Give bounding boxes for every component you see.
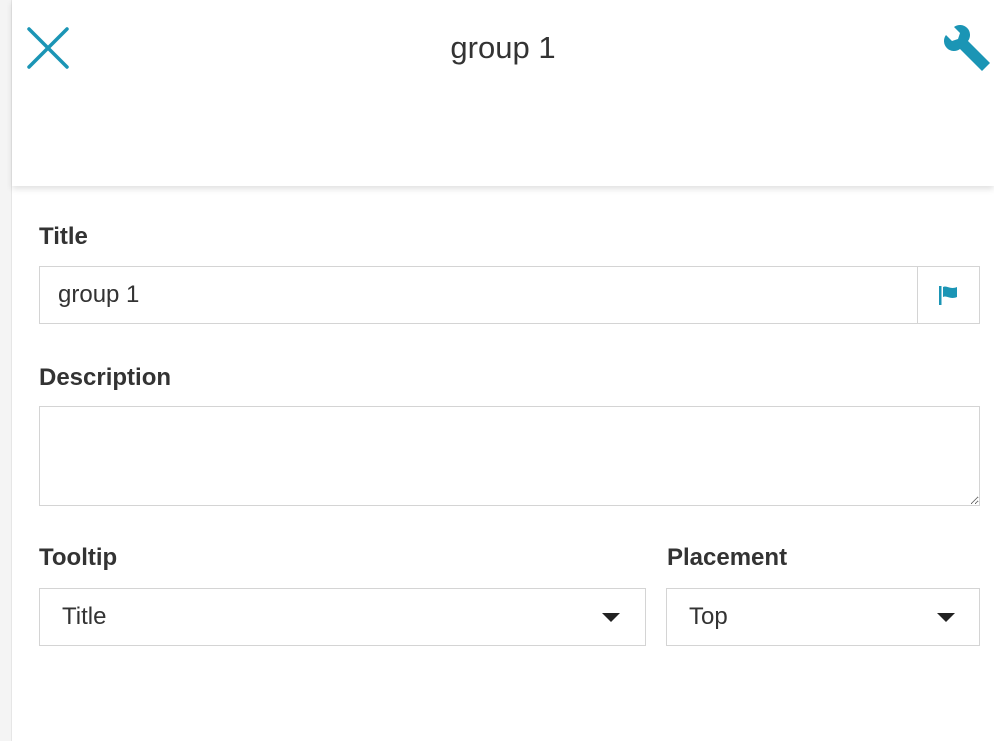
placement-select-value: Top: [689, 603, 728, 630]
title-label: Title: [39, 223, 88, 250]
placement-select[interactable]: Top: [666, 588, 980, 646]
description-label: Description: [39, 364, 172, 391]
settings-button[interactable]: [942, 23, 992, 73]
title-flag-button[interactable]: [917, 266, 980, 324]
chevron-down-icon: [602, 613, 620, 622]
title-input[interactable]: [39, 266, 918, 324]
tooltip-label: Tooltip: [39, 544, 118, 571]
left-edge-panel: [0, 0, 12, 741]
tooltip-select[interactable]: Title: [39, 588, 646, 646]
flag-icon: [938, 286, 957, 305]
tooltip-select-value: Title: [62, 603, 107, 630]
placement-label: Placement: [667, 544, 788, 571]
wrench-icon: [944, 24, 990, 71]
chevron-down-icon: [937, 613, 955, 622]
dialog-title: group 1: [450, 30, 556, 65]
description-textarea[interactable]: [39, 406, 980, 506]
dialog-header: group 1: [12, 0, 994, 186]
